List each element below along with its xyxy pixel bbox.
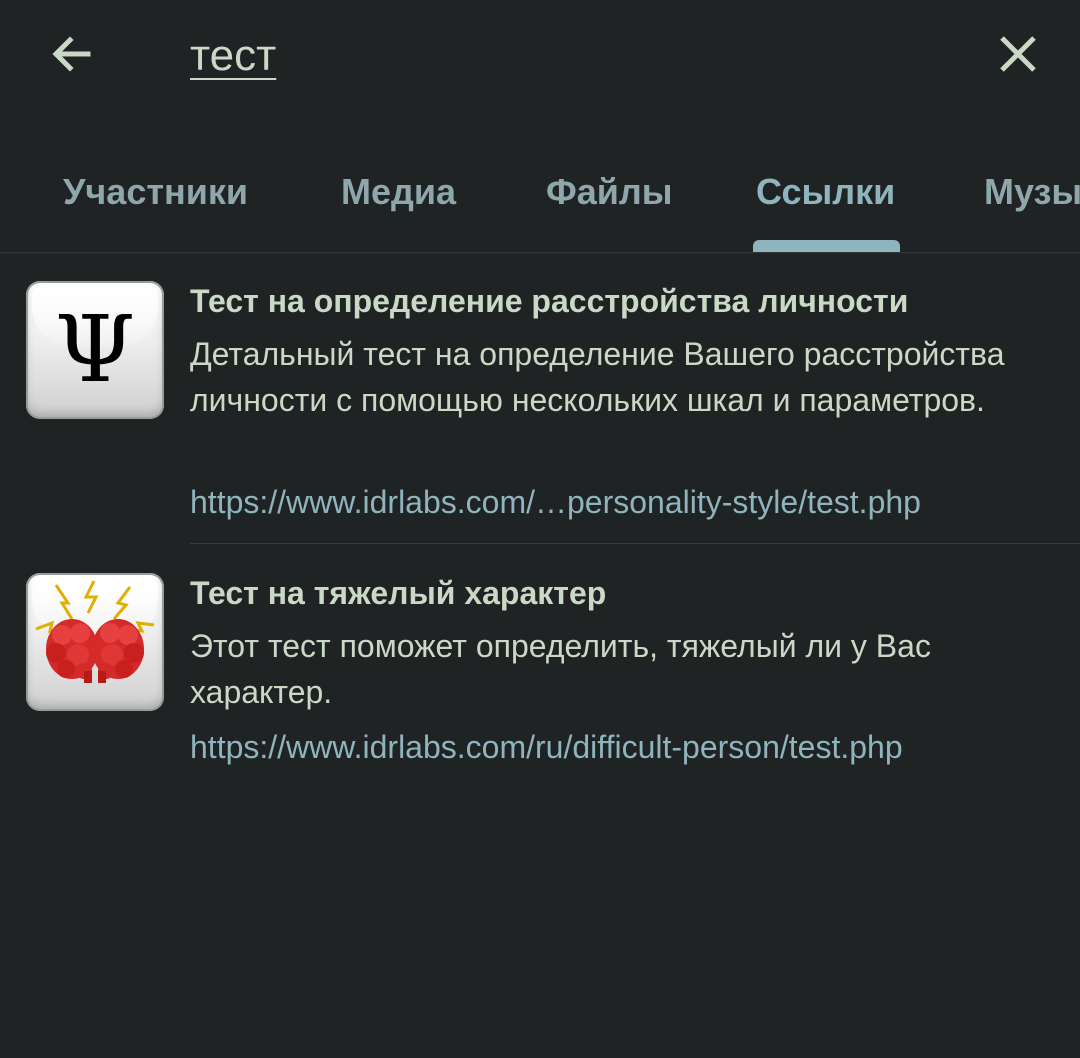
link-url[interactable]: https://www.idrlabs.com/ru/difficult-per… xyxy=(190,725,903,769)
clear-search-button[interactable] xyxy=(986,22,1050,86)
psi-icon: Ψ xyxy=(54,296,136,403)
link-description: Детальный тест на определение Вашего рас… xyxy=(190,336,1005,418)
link-description: Этот тест поможет определить, тяжелый ли… xyxy=(190,628,931,710)
divider xyxy=(190,543,1080,544)
app-screen: тест Участники Медиа Файлы Ссылки Музыка… xyxy=(0,0,1080,1058)
link-thumbnail: Ψ xyxy=(26,281,164,419)
link-thumbnail xyxy=(26,573,164,711)
tab-music[interactable]: Музыка xyxy=(984,168,1080,216)
arrow-left-icon xyxy=(52,36,91,72)
active-tab-indicator xyxy=(753,240,900,252)
tab-links[interactable]: Ссылки xyxy=(756,168,895,216)
tab-members[interactable]: Участники xyxy=(63,168,248,216)
tab-media[interactable]: Медиа xyxy=(341,168,456,216)
close-icon xyxy=(1000,36,1036,72)
brain-lightning-icon xyxy=(35,580,155,683)
search-bar: тест xyxy=(0,0,1080,120)
link-title: Тест на тяжелый характер xyxy=(190,575,607,611)
back-button[interactable] xyxy=(40,22,104,86)
search-input[interactable]: тест xyxy=(190,26,276,86)
link-title: Тест на определение расстройства личност… xyxy=(190,283,909,319)
link-url[interactable]: https://www.idrlabs.com/…personality-sty… xyxy=(190,480,921,524)
media-tabs: Участники Медиа Файлы Ссылки Музыка xyxy=(0,150,1080,253)
tab-files[interactable]: Файлы xyxy=(546,168,673,216)
